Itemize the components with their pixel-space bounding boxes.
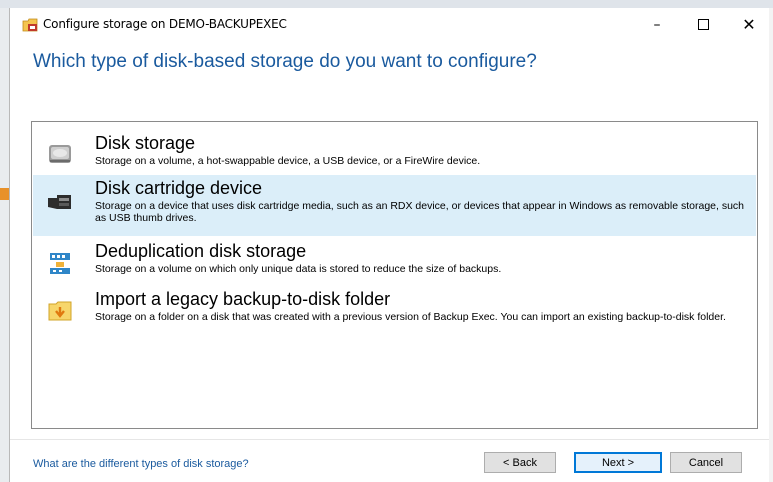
option-title: Disk cartridge device — [95, 178, 263, 198]
title-bar: Configure storage on DEMO-BACKUPEXEC – ✕ — [10, 8, 773, 41]
option-title: Import a legacy backup-to-disk folder — [95, 289, 391, 309]
minimize-button[interactable]: – — [634, 8, 680, 41]
footer-divider — [10, 439, 773, 440]
option-description: Storage on a volume on which only unique… — [95, 263, 502, 275]
storage-type-list: Disk storage Storage on a volume, a hot-… — [31, 121, 758, 429]
hard-disk-icon — [49, 145, 71, 163]
background-strip — [0, 0, 773, 8]
deduplication-icon — [50, 253, 70, 274]
import-folder-icon — [48, 301, 72, 321]
option-disk-storage[interactable]: Disk storage Storage on a volume, a hot-… — [33, 130, 756, 174]
option-disk-cartridge-device[interactable]: Disk cartridge device Storage on a devic… — [33, 175, 756, 236]
page-heading: Which type of disk-based storage do you … — [33, 51, 537, 72]
option-import-legacy-folder[interactable]: Import a legacy backup-to-disk folder St… — [33, 286, 756, 346]
background-edge — [769, 8, 773, 482]
window-title: Configure storage on DEMO-BACKUPEXEC — [43, 17, 287, 31]
cancel-button[interactable]: Cancel — [670, 452, 742, 473]
option-title: Disk storage — [95, 133, 196, 153]
option-description: Storage on a folder on a disk that was c… — [95, 311, 726, 323]
option-title: Deduplication disk storage — [95, 241, 307, 261]
storage-app-icon — [22, 18, 38, 32]
option-description: Storage on a volume, a hot-swappable dev… — [95, 155, 481, 167]
option-description: Storage on a device that uses disk cartr… — [95, 200, 745, 224]
close-button[interactable]: ✕ — [726, 8, 772, 41]
back-button[interactable]: < Back — [484, 452, 556, 473]
configure-storage-dialog: Configure storage on DEMO-BACKUPEXEC – ✕… — [9, 8, 773, 482]
help-link[interactable]: What are the different types of disk sto… — [33, 458, 249, 470]
maximize-button[interactable] — [680, 8, 726, 41]
disk-cartridge-icon — [48, 195, 71, 209]
next-button[interactable]: Next > — [574, 452, 662, 473]
option-deduplication-disk-storage[interactable]: Deduplication disk storage Storage on a … — [33, 238, 756, 283]
maximize-icon — [697, 19, 709, 30]
